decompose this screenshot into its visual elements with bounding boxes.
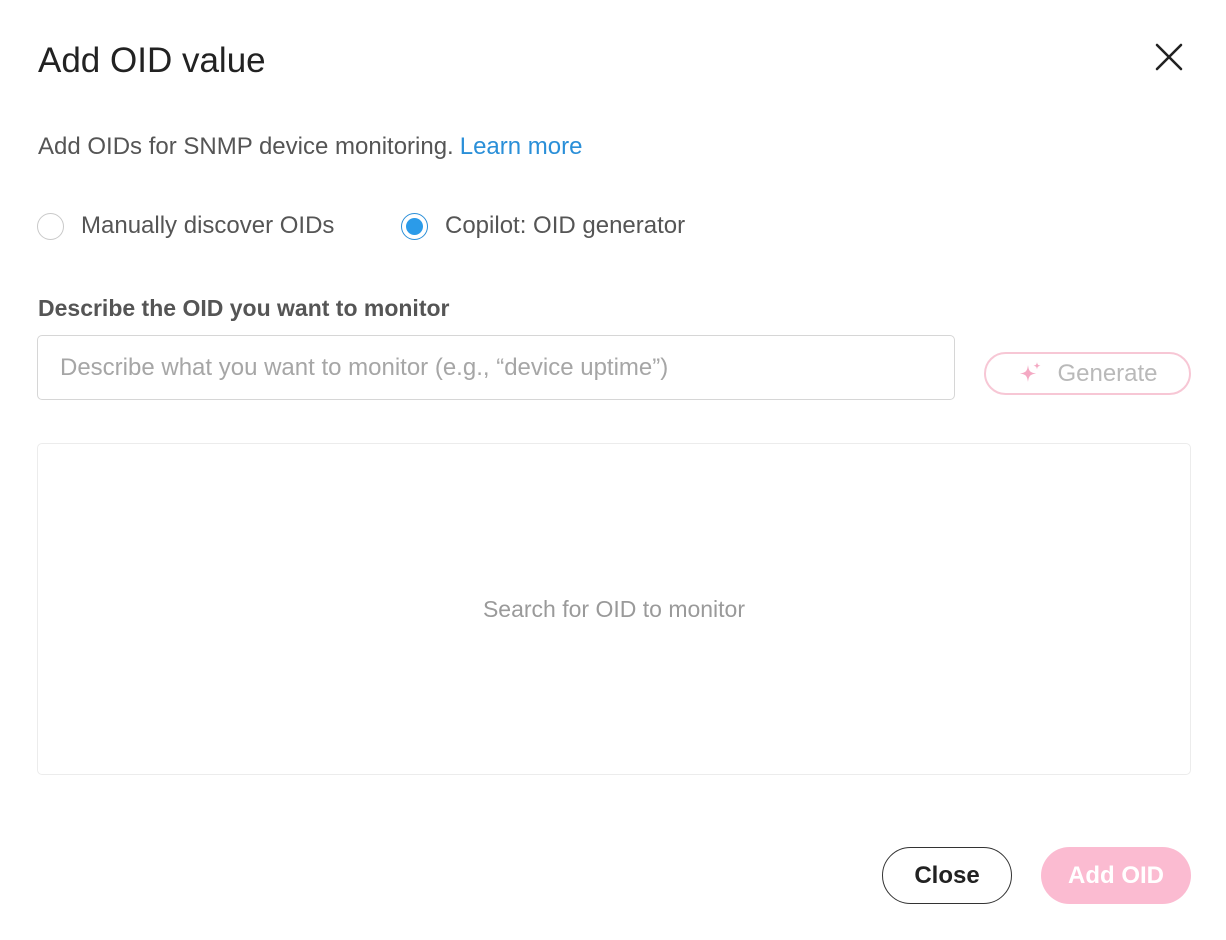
describe-oid-input[interactable] [37,335,955,400]
learn-more-link[interactable]: Learn more [460,133,583,160]
radio-selected-icon[interactable] [401,212,428,240]
dialog-title: Add OID value [38,41,266,80]
radio-selected-dot [406,217,423,235]
generate-label: Generate [1057,359,1158,387]
close-button[interactable]: Close [882,847,1012,904]
sparkle-icon [1020,361,1041,382]
generate-button[interactable]: Generate [984,352,1191,395]
add-oid-button[interactable]: Add OID [1041,847,1191,904]
radio-manual-discover[interactable]: Manually discover OIDs [37,212,334,240]
radio-manual-label: Manually discover OIDs [81,212,335,239]
dialog-description: Add OIDs for SNMP device monitoring. Lear… [38,132,582,162]
oid-results-panel: Search for OID to monitor [37,443,1191,775]
radio-copilot-label: Copilot: OID generator [445,212,686,239]
add-oid-dialog: Add OID value Add OIDs for SNMP device m… [0,0,1226,940]
radio-unselected-icon[interactable] [37,212,64,240]
description-text: Add OIDs for SNMP device monitoring. [38,133,454,160]
describe-field-label: Describe the OID you want to monitor [38,295,450,321]
results-empty-message: Search for OID to monitor [482,595,746,622]
radio-copilot-generator[interactable]: Copilot: OID generator [401,212,685,240]
close-icon[interactable] [1152,40,1186,74]
